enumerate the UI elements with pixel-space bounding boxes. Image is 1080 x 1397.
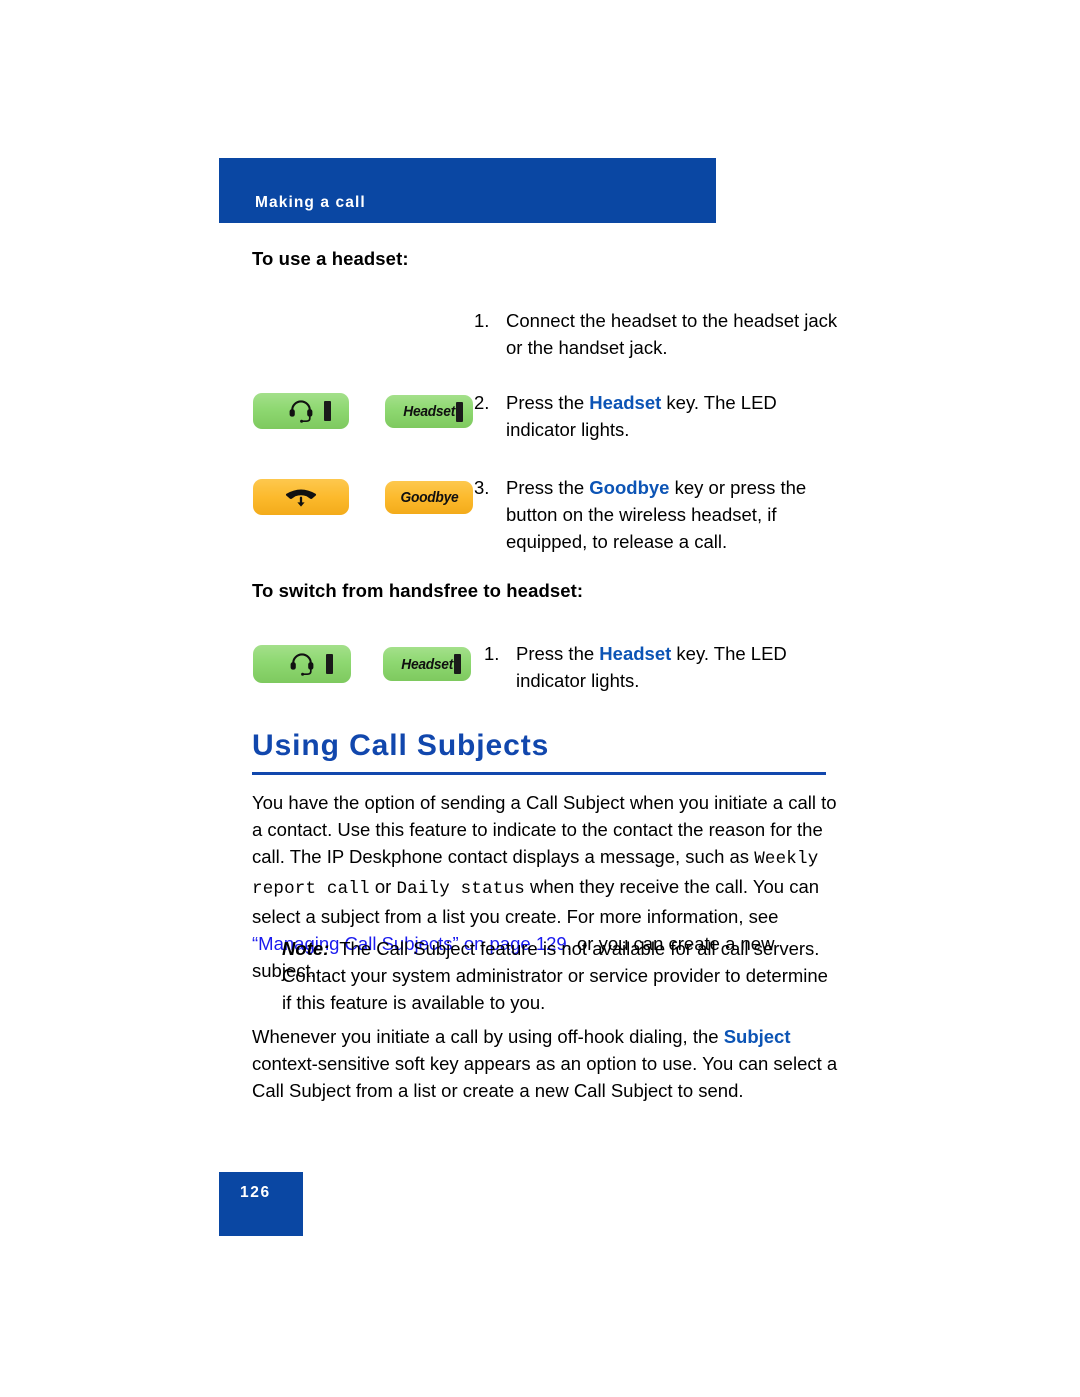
note-label: Note: <box>282 938 330 959</box>
step-number: 2. <box>474 392 490 413</box>
led-indicator <box>456 401 463 422</box>
led-indicator <box>326 654 333 674</box>
page-number-box: 126 <box>219 1172 303 1236</box>
paragraph-text: context-sensitive soft key appears as an… <box>252 1053 838 1101</box>
page-number: 126 <box>240 1184 271 1201</box>
step-keyword: Goodbye <box>589 477 670 498</box>
headset-label-key-graphic[interactable]: Headset <box>383 647 471 681</box>
goodbye-key-graphic[interactable] <box>253 479 349 515</box>
step-item: 2. Press the Headset key. The LED indica… <box>474 389 844 443</box>
headset-key-label: Headset <box>401 655 453 673</box>
step-number: 1. <box>484 643 500 664</box>
headset-label-key-graphic[interactable]: Headset <box>385 395 473 428</box>
goodbye-handset-icon <box>284 486 318 508</box>
step-number: 3. <box>474 477 490 498</box>
document-page: Making a call To use a headset: 1. Conne… <box>0 0 1080 1397</box>
headset-key-graphic[interactable] <box>253 645 351 683</box>
paragraph-keyword: Subject <box>723 1026 791 1047</box>
step-keyword: Headset <box>589 392 662 413</box>
running-header-bar: Making a call <box>219 158 716 223</box>
step-text: Press the Headset key. The LED indicator… <box>516 640 854 694</box>
step-text-part: Press the <box>506 477 590 498</box>
paragraph-text: Whenever you initiate a call by using of… <box>252 1026 724 1047</box>
paragraph-text: or <box>369 876 397 897</box>
paragraph-text: You have the option of sending a Call Su… <box>252 792 837 867</box>
note-block: Note: The Call Subject feature is not av… <box>282 935 842 1016</box>
step-item: 3. Press the Goodbye key or press the bu… <box>474 474 824 555</box>
headset-icon <box>288 399 314 423</box>
heading-to-switch-from-handsfree-to-headset: To switch from handsfree to headset: <box>252 580 584 601</box>
step-text: Press the Headset key. The LED indicator… <box>506 389 844 443</box>
heading-to-use-a-headset: To use a headset: <box>252 248 409 269</box>
step-text-part: Connect the headset to the headset jack … <box>506 310 838 358</box>
step-item: 1. Connect the headset to the headset ja… <box>474 307 844 361</box>
monospace-example: Daily status <box>396 879 525 899</box>
step-number: 1. <box>474 310 490 331</box>
closing-paragraph: Whenever you initiate a call by using of… <box>252 1023 838 1104</box>
led-indicator <box>324 401 331 421</box>
step-text-part: Press the <box>506 392 590 413</box>
step-keyword: Headset <box>599 643 672 664</box>
goodbye-key-label: Goodbye <box>400 489 458 506</box>
step-text: Press the Goodbye key or press the butto… <box>506 474 824 555</box>
led-indicator <box>454 654 461 674</box>
goodbye-label-key-graphic[interactable]: Goodbye <box>385 481 473 514</box>
note-text: The Call Subject feature is not availabl… <box>282 938 828 1013</box>
step-text: Connect the headset to the headset jack … <box>506 307 844 361</box>
step-text-part: Press the <box>516 643 600 664</box>
headset-key-graphic[interactable] <box>253 393 349 429</box>
running-header-title: Making a call <box>255 194 366 211</box>
step-item: 1. Press the Headset key. The LED indica… <box>484 640 854 694</box>
title-divider <box>252 772 826 775</box>
headset-key-label: Headset <box>403 403 455 420</box>
page-title: Using Call Subjects <box>252 729 550 762</box>
headset-icon <box>289 652 315 676</box>
